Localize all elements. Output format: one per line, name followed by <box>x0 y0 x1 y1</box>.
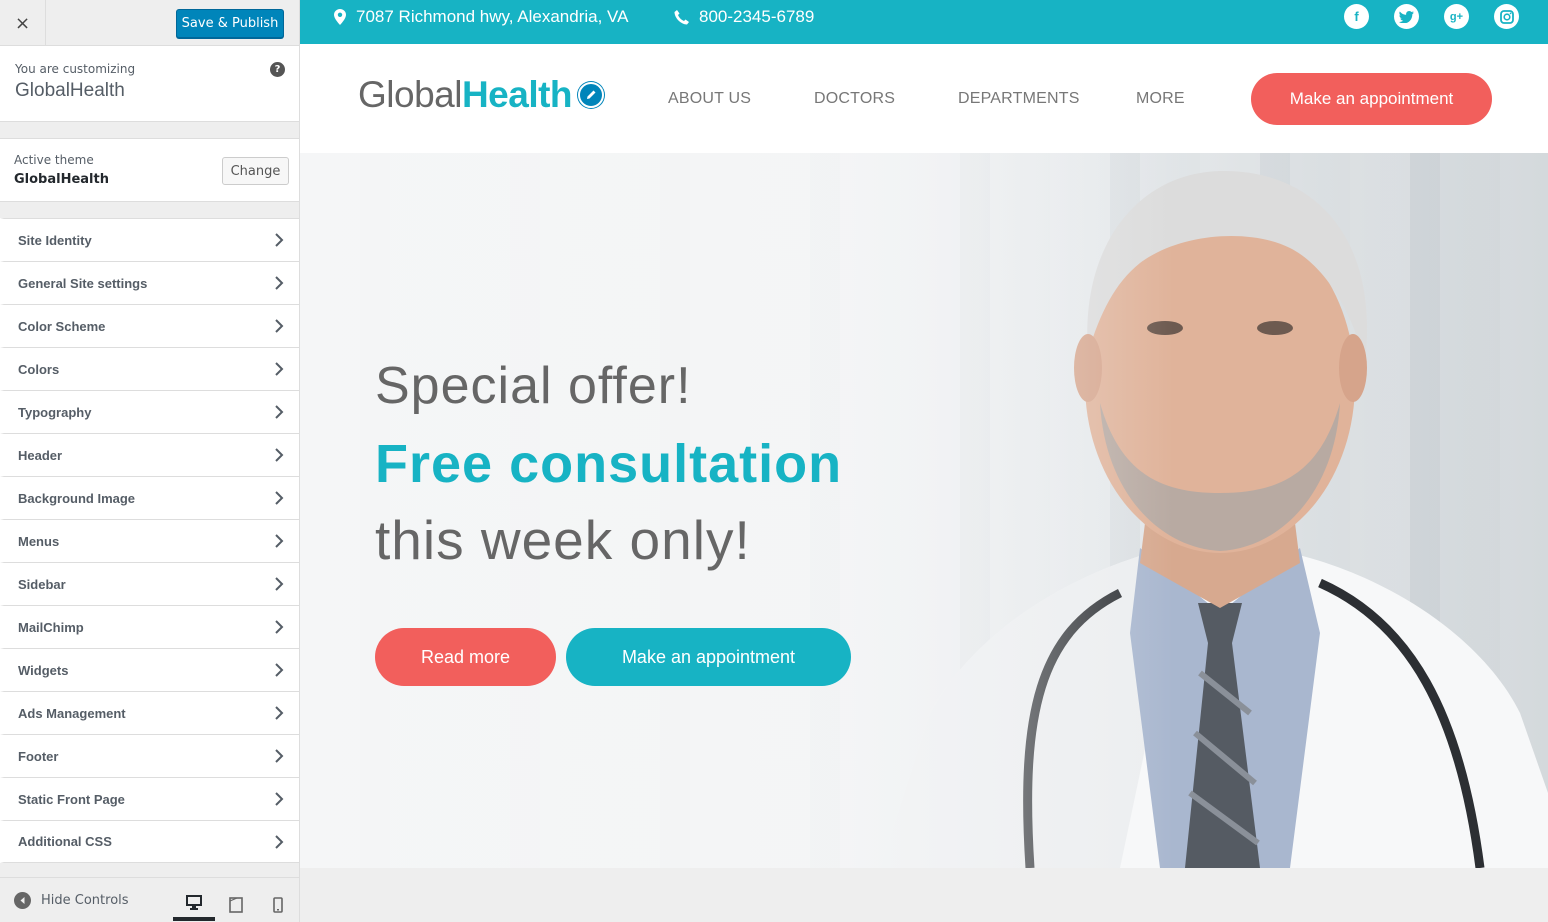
chevron-right-icon <box>275 663 284 677</box>
chevron-right-icon <box>275 233 284 247</box>
edit-pencil-icon[interactable] <box>578 82 605 108</box>
hero-appointment-button[interactable]: Make an appointment <box>566 628 851 686</box>
chevron-right-icon <box>275 577 284 591</box>
preview-tablet-button[interactable] <box>215 888 257 921</box>
section-ads-management[interactable]: Ads Management <box>0 691 299 734</box>
customizing-label: You are customizing <box>15 62 136 76</box>
section-footer[interactable]: Footer <box>0 734 299 777</box>
hero-banner: Special offer! Free consultation this we… <box>300 153 1548 868</box>
customizer-panel: × Save & Publish You are customizing Glo… <box>0 0 300 922</box>
section-menus[interactable]: Menus <box>0 519 299 562</box>
site-name: GlobalHealth <box>15 80 125 101</box>
chevron-right-icon <box>275 491 284 505</box>
section-label: Background Image <box>18 490 136 506</box>
section-label: Site Identity <box>18 232 92 248</box>
save-publish-button[interactable]: Save & Publish <box>176 9 284 38</box>
instagram-icon[interactable] <box>1494 4 1519 29</box>
hide-controls-button[interactable]: Hide Controls <box>14 892 129 909</box>
chevron-right-icon <box>275 706 284 720</box>
nav-departments[interactable]: DEPARTMENTS <box>958 90 1080 108</box>
hero-headline-3: this week only! <box>375 509 751 571</box>
section-general-site-settings[interactable]: General Site settings <box>0 261 299 304</box>
preview-desktop-button[interactable] <box>173 888 215 921</box>
section-label: Widgets <box>18 662 69 678</box>
chevron-right-icon <box>275 448 284 462</box>
section-label: Static Front Page <box>18 791 125 807</box>
desktop-icon <box>186 895 202 910</box>
section-label: Ads Management <box>18 705 126 721</box>
chevron-right-icon <box>275 534 284 548</box>
header-appointment-button[interactable]: Make an appointment <box>1251 73 1492 125</box>
change-theme-button[interactable]: Change <box>222 157 289 185</box>
hide-controls-label: Hide Controls <box>41 893 129 908</box>
phone-icon <box>674 9 689 24</box>
section-additional-css[interactable]: Additional CSS <box>0 820 299 863</box>
help-icon[interactable]: ? <box>270 62 285 77</box>
section-static-front-page[interactable]: Static Front Page <box>0 777 299 820</box>
phone: 800-2345-6789 <box>674 7 814 27</box>
section-header[interactable]: Header <box>0 433 299 476</box>
site-logo[interactable]: Global Health <box>358 74 605 116</box>
section-colors[interactable]: Colors <box>0 347 299 390</box>
site-header: Global Health ABOUT US DOCTORS DEPARTMENT… <box>300 44 1548 153</box>
section-color-scheme[interactable]: Color Scheme <box>0 304 299 347</box>
customizer-header: × Save & Publish <box>0 0 299 46</box>
address-text: 7087 Richmond hwy, Alexandria, VA <box>356 7 629 26</box>
address: 7087 Richmond hwy, Alexandria, VA <box>334 7 628 27</box>
section-label: Menus <box>18 533 60 549</box>
customizer-sections: Site Identity General Site settings Colo… <box>0 218 299 863</box>
customizer-info: You are customizing GlobalHealth ? <box>0 46 299 122</box>
nav-more[interactable]: MORE <box>1136 90 1185 108</box>
active-theme-panel: Active theme GlobalHealth Change <box>0 138 299 202</box>
chevron-right-icon <box>275 362 284 376</box>
section-mailchimp[interactable]: MailChimp <box>0 605 299 648</box>
hero-headline-1: Special offer! <box>375 357 692 415</box>
preview-mobile-button[interactable] <box>257 888 299 921</box>
section-label: General Site settings <box>18 275 148 291</box>
tablet-icon <box>229 896 243 913</box>
nav-about-us[interactable]: ABOUT US <box>668 90 751 108</box>
section-sidebar[interactable]: Sidebar <box>0 562 299 605</box>
logo-bold-text: Health <box>461 74 573 115</box>
chevron-right-icon <box>275 620 284 634</box>
section-typography[interactable]: Typography <box>0 390 299 433</box>
map-pin-icon <box>334 9 346 25</box>
section-site-identity[interactable]: Site Identity <box>0 218 299 261</box>
chevron-right-icon <box>275 319 284 333</box>
section-background-image[interactable]: Background Image <box>0 476 299 519</box>
nav-doctors[interactable]: DOCTORS <box>814 90 895 108</box>
section-label: Typography <box>18 404 92 420</box>
section-label: Additional CSS <box>18 834 112 849</box>
section-label: Header <box>18 447 63 463</box>
read-more-button[interactable]: Read more <box>375 628 556 686</box>
section-label: MailChimp <box>18 619 84 635</box>
facebook-icon[interactable]: f <box>1344 4 1369 29</box>
section-label: Sidebar <box>18 576 66 592</box>
chevron-right-icon <box>275 276 284 290</box>
chevron-right-icon <box>275 749 284 763</box>
hero-headline-2: Free consultation <box>375 434 843 494</box>
section-label: Footer <box>18 748 59 764</box>
below-hero-area <box>300 868 1548 922</box>
top-bar: 7087 Richmond hwy, Alexandria, VA 800-23… <box>300 0 1548 44</box>
site-preview: 7087 Richmond hwy, Alexandria, VA 800-23… <box>300 0 1548 922</box>
twitter-icon[interactable] <box>1394 4 1419 29</box>
mobile-icon <box>273 896 283 913</box>
close-customizer-button[interactable]: × <box>0 0 46 46</box>
section-label: Colors <box>18 361 60 377</box>
section-label: Color Scheme <box>18 318 106 334</box>
google-plus-icon[interactable]: g+ <box>1444 4 1469 29</box>
chevron-right-icon <box>275 405 284 419</box>
chevron-right-icon <box>275 792 284 806</box>
customizer-footer: Hide Controls <box>0 877 299 922</box>
logo-light-text: Global <box>358 74 462 115</box>
chevron-right-icon <box>275 834 284 849</box>
section-widgets[interactable]: Widgets <box>0 648 299 691</box>
collapse-icon <box>14 892 31 909</box>
close-icon: × <box>14 12 31 34</box>
phone-text: 800-2345-6789 <box>699 7 815 26</box>
